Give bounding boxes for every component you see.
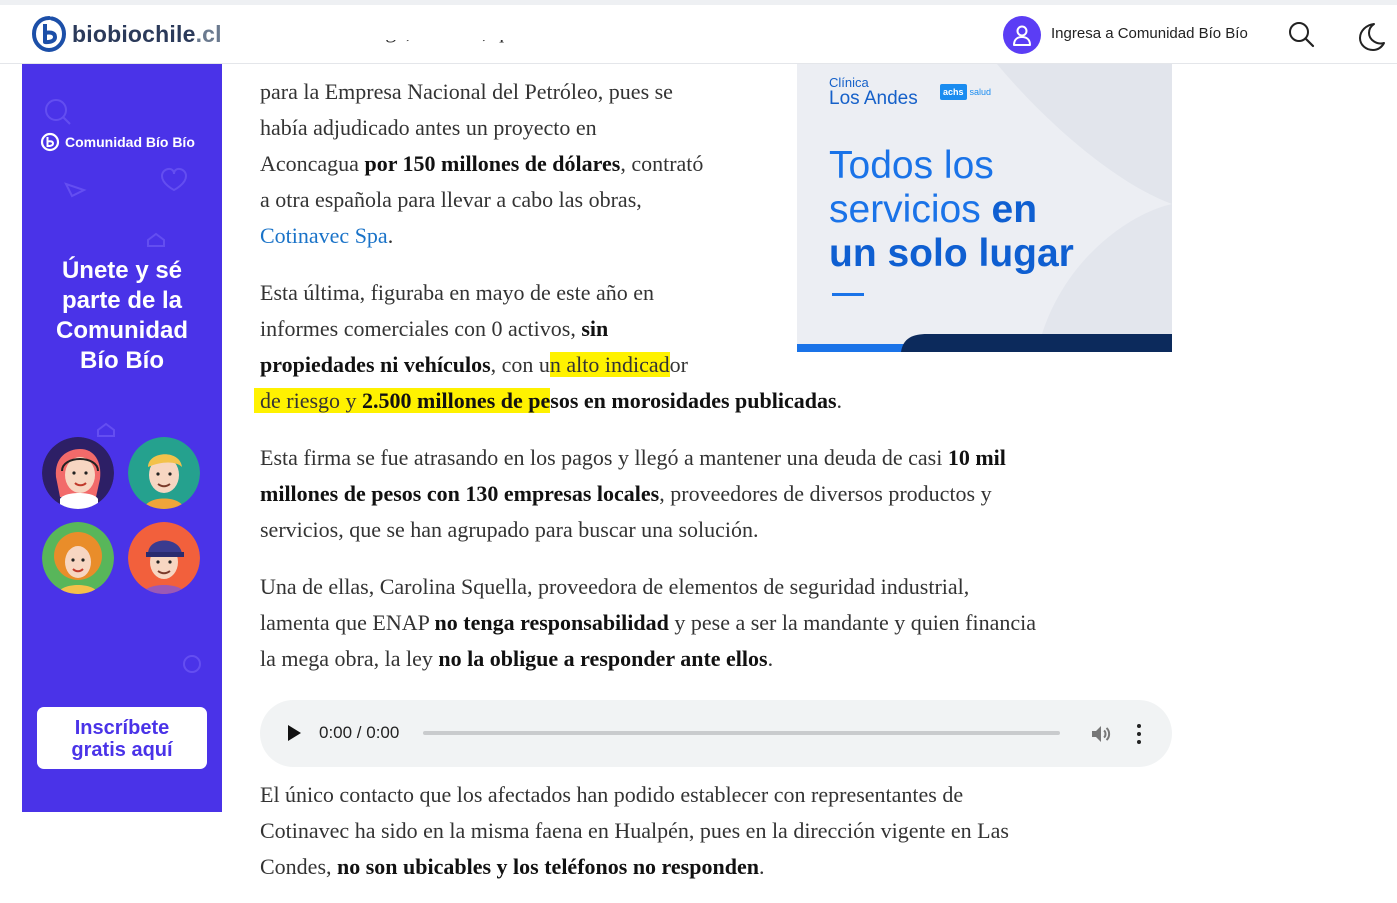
banner-headline-line: Bío Bío (80, 347, 164, 374)
play-icon[interactable] (288, 725, 301, 741)
text: Una de ellas, Carolina Squella, proveedo… (260, 574, 970, 599)
avatar-woman-curly (42, 522, 114, 594)
text: . (758, 854, 765, 879)
avatar-man-blond (128, 437, 200, 509)
banner-brand-label: Comunidad Bío Bío (65, 134, 195, 150)
paragraph: para la Empresa Nacional del Petróleo, p… (260, 74, 790, 254)
site-logo[interactable]: biobiochile.cl (32, 16, 222, 52)
audio-time: 0:00 / 0:00 (319, 723, 400, 742)
banner-headline-line: Únete y sé (61, 257, 183, 284)
volume-icon (1092, 726, 1111, 742)
search-icon (1289, 22, 1315, 48)
audio-player: 0:00 / 0:00 (260, 700, 1172, 767)
bold-text: no la obligue a responder ante ellos (438, 646, 768, 671)
signup-button-line: Inscríbete (74, 717, 170, 739)
avatar-man-cap (128, 522, 200, 594)
text: la mega obra, la ley (260, 646, 439, 671)
text: , con u (490, 352, 550, 377)
text: informes comerciales con 0 activos, (260, 316, 582, 341)
audio-progress-bar[interactable] (423, 731, 1060, 735)
logo-tld: .cl (195, 20, 222, 47)
paragraph: Esta firma se fue atrasando en los pagos… (260, 440, 1175, 548)
text: or (669, 352, 688, 377)
bold-text: millones de pesos con 130 empresas local… (260, 481, 660, 506)
ad-headline-line: servicios (829, 188, 992, 231)
highlighted-text: n alto indicad (549, 352, 670, 377)
logo-wordmark: biobiochile (72, 20, 196, 47)
ad-headline: Todos los servicios en un solo lugar (829, 144, 1074, 276)
text: Esta firma se fue atrasando en los pagos… (260, 445, 948, 470)
text: había adjudicado antes un proyecto en (260, 115, 597, 140)
paragraph: El único contacto que los afectados han … (260, 777, 1175, 885)
ad-headline-bold: un solo lugar (829, 232, 1074, 275)
community-banner[interactable]: Comunidad Bío Bío Únete y sé parte de la… (22, 64, 222, 812)
banner-headline: Únete y sé parte de la Comunidad Bío Bío (22, 256, 222, 376)
banner-headline-line: parte de la (61, 287, 183, 314)
bold-text: por 150 millones de dólares (364, 151, 621, 176)
banner-headline-line: Comunidad (56, 317, 188, 344)
ad-achs-salud: salud (969, 87, 992, 97)
paragraph: Una de ellas, Carolina Squella, proveedo… (260, 569, 1175, 677)
clipped-previous-line: a ENAP la carga, Cointer, que se convirt… (260, 40, 800, 64)
text: . (387, 223, 394, 248)
moon-icon (1359, 23, 1385, 51)
text: Condes, (260, 854, 337, 879)
paragraph: Esta última, figuraba en mayo de este añ… (254, 275, 1180, 419)
more-vert-icon[interactable] (1133, 722, 1145, 746)
biobio-logo-icon (32, 16, 66, 52)
ad-clinic-logo: Clínica Los Andes (829, 76, 918, 109)
banner-background-pattern (45, 99, 201, 673)
text: , contrató (620, 151, 704, 176)
text: , proveedores de diversos productos y (659, 481, 992, 506)
bold-text: sos en morosidades publicadas (550, 388, 837, 413)
text: y pese a ser la mandante y quien financi… (668, 610, 1036, 635)
bold-text: propiedades ni vehículos (260, 352, 491, 377)
cotinavec-link[interactable]: Cotinavec Spa (260, 223, 388, 248)
bold-text: 10 mil (947, 445, 1006, 470)
text: para la Empresa Nacional del Petróleo, p… (260, 79, 673, 104)
highlighted-text: de riesgo y (254, 388, 363, 413)
text: Aconcagua (260, 151, 365, 176)
biobio-logo-icon (40, 132, 60, 152)
text: El único contacto que los afectados han … (260, 782, 964, 807)
signup-button-line: gratis aquí (71, 739, 173, 761)
avatar-woman-headset (42, 437, 114, 509)
banner-brand: Comunidad Bío Bío (40, 132, 195, 152)
text: Cotinavec ha sido en la misma faena en H… (260, 818, 1009, 843)
ad-headline-bold: en (991, 188, 1038, 231)
user-avatar-button[interactable] (1003, 16, 1041, 54)
bold-text: no son ubicables y los teléfonos no resp… (337, 854, 759, 879)
text: . (836, 388, 843, 413)
bold-text: sin (581, 316, 609, 341)
ad-clinic-big: Los Andes (829, 88, 918, 109)
text: a otra española para llevar a cabo las o… (260, 187, 642, 212)
user-icon (1013, 25, 1031, 46)
text: servicios, que se han agrupado para busc… (260, 517, 759, 542)
text: lamenta que ENAP (260, 610, 435, 635)
ad-achs-box: achs (940, 84, 967, 100)
volume-button[interactable] (1089, 722, 1113, 746)
theme-toggle-button[interactable] (1354, 20, 1386, 52)
login-link[interactable]: Ingresa a Comunidad Bío Bío (1051, 25, 1248, 42)
text: Esta última, figuraba en mayo de este añ… (260, 280, 655, 305)
signup-button[interactable]: Inscríbete gratis aquí (37, 707, 207, 769)
text: . (767, 646, 774, 671)
ad-headline-line: Todos los (829, 144, 994, 187)
bold-text: no tenga responsabilidad (434, 610, 669, 635)
highlighted-bold-text: 2.500 millones de pe (362, 388, 551, 413)
ad-achs-logo: achs salud (940, 84, 991, 100)
search-button[interactable] (1287, 20, 1317, 50)
